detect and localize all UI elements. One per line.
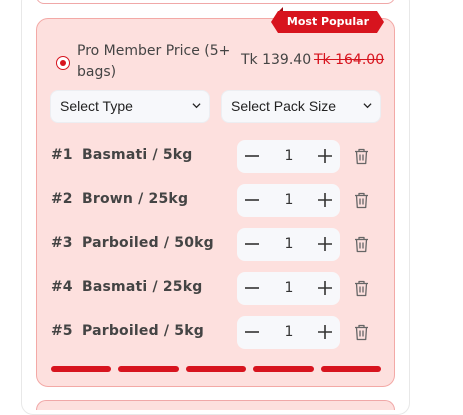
- select-type-dropdown[interactable]: Select Type: [50, 90, 210, 123]
- select-type-label: Select Type: [60, 98, 133, 114]
- item-name: Parboiled / 50kg: [82, 235, 214, 251]
- minus-icon[interactable]: [244, 324, 260, 340]
- quantity-value[interactable]: 1: [279, 148, 299, 164]
- plus-icon[interactable]: [317, 280, 333, 296]
- quantity-value[interactable]: 1: [279, 236, 299, 252]
- bundle-item-row: #4 Basmati / 25kg 1: [51, 272, 381, 305]
- quantity-stepper: 1: [237, 228, 340, 261]
- original-price: Tk 164.00: [314, 52, 385, 68]
- plus-icon[interactable]: [317, 148, 333, 164]
- bundle-progress-bar: [51, 366, 381, 372]
- quantity-stepper: 1: [237, 272, 340, 305]
- trash-icon[interactable]: [354, 324, 369, 341]
- offer-radio-button[interactable]: [56, 56, 70, 70]
- chevron-down-icon: [363, 103, 372, 109]
- bundle-item-row: #2 Brown / 25kg 1: [51, 184, 381, 217]
- item-number: #5: [51, 323, 73, 339]
- offer-option-label: Pro Member Price (5+ bags): [77, 43, 231, 80]
- current-price: Tk 139.40: [241, 52, 312, 68]
- item-number: #3: [51, 235, 73, 251]
- minus-icon[interactable]: [244, 192, 260, 208]
- quantity-stepper: 1: [237, 184, 340, 217]
- offer-card-pro-member[interactable]: Most Popular Pro Member Price (5+ bags) …: [36, 7, 395, 387]
- quantity-stepper: 1: [237, 316, 340, 349]
- plus-icon[interactable]: [317, 236, 333, 252]
- item-number: #1: [51, 147, 73, 163]
- trash-icon[interactable]: [354, 192, 369, 209]
- quantity-value[interactable]: 1: [279, 280, 299, 296]
- plus-icon[interactable]: [317, 192, 333, 208]
- progress-segment: [51, 366, 112, 372]
- trash-icon[interactable]: [354, 148, 369, 165]
- item-number: #2: [51, 191, 73, 207]
- quantity-stepper: 1: [237, 140, 340, 173]
- trash-icon[interactable]: [354, 280, 369, 297]
- item-name: Basmati / 25kg: [82, 279, 203, 295]
- trash-icon[interactable]: [354, 236, 369, 253]
- most-popular-badge: Most Popular: [270, 11, 385, 33]
- select-pack-size-dropdown[interactable]: Select Pack Size: [221, 90, 381, 123]
- progress-segment: [253, 366, 314, 372]
- item-number: #4: [51, 279, 73, 295]
- item-name: Brown / 25kg: [82, 191, 189, 207]
- bundle-item-row: #3 Parboiled / 50kg 1: [51, 228, 381, 261]
- quantity-value[interactable]: 1: [279, 324, 299, 340]
- progress-segment: [320, 366, 381, 372]
- bundle-item-row: #1 Basmati / 5kg 1: [51, 140, 381, 173]
- item-name: Parboiled / 5kg: [82, 323, 204, 339]
- minus-icon[interactable]: [244, 280, 260, 296]
- minus-icon[interactable]: [244, 148, 260, 164]
- previous-offer-card[interactable]: [36, 0, 395, 4]
- quantity-value[interactable]: 1: [279, 192, 299, 208]
- progress-segment: [118, 366, 179, 372]
- chevron-down-icon: [192, 103, 201, 109]
- progress-segment: [185, 366, 247, 372]
- item-name: Basmati / 5kg: [82, 147, 193, 163]
- select-pack-size-label: Select Pack Size: [231, 98, 337, 114]
- minus-icon[interactable]: [244, 236, 260, 252]
- plus-icon[interactable]: [317, 324, 333, 340]
- bundle-item-row: #5 Parboiled / 5kg 1: [51, 316, 381, 349]
